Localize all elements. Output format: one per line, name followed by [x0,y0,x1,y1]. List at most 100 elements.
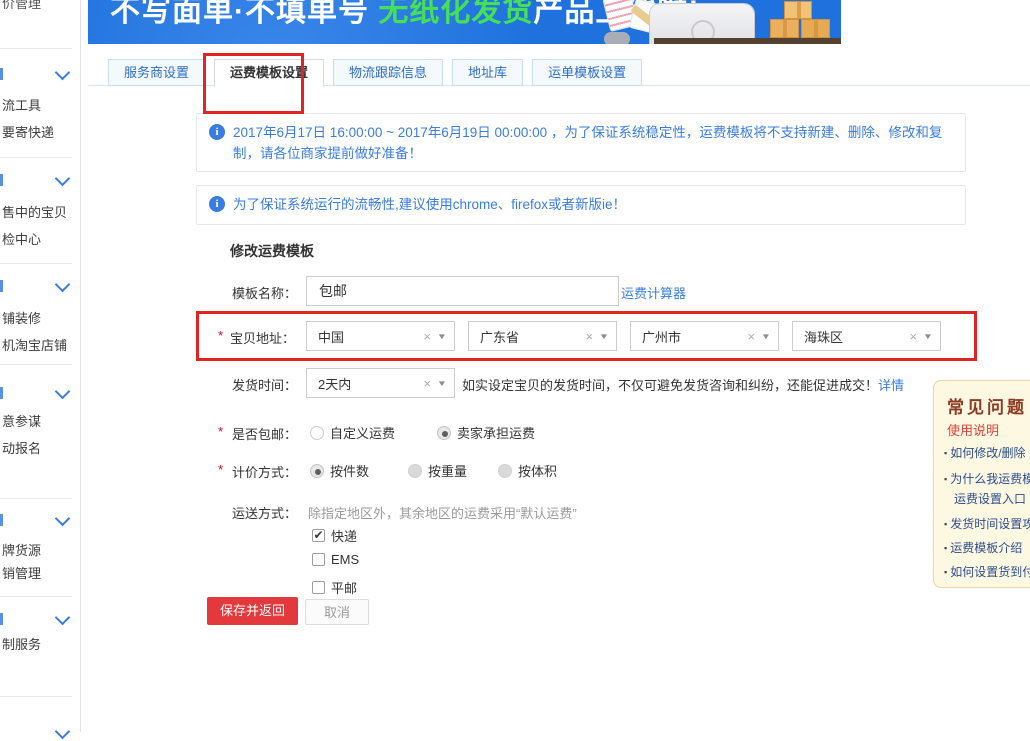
sidebar-section-header[interactable] [0,66,78,82]
freight-calculator-link[interactable]: 运费计算器 [621,283,686,302]
faq-link[interactable]: ▪发货时间设置攻 [944,515,1030,532]
select-value: 海珠区 [793,327,909,346]
checkbox-checked-icon[interactable]: ✔ [312,529,325,542]
radio-icon[interactable] [408,464,422,478]
chevron-down-icon [55,610,71,626]
radio-icon-selected[interactable] [310,464,324,478]
notice-text: 为了保证系统运行的流畅性,建议使用chrome、firefox或者新版ie！ [197,186,965,223]
faq-title: 常见问题 [947,393,1027,418]
shipping-method-label: 运送方式： [232,503,297,522]
sidebar-item[interactable]: 机淘宝店铺 [2,335,67,354]
delivery-time-select[interactable]: 2天内 × ▼ [306,368,455,398]
radio-icon-selected[interactable] [437,426,451,440]
save-and-return-button[interactable]: 保存并返回 [207,597,298,625]
tab-shipping-template[interactable]: 运费模板设置 [214,59,324,88]
sidebar-section-header[interactable] [0,278,78,294]
select-value: 中国 [307,327,423,346]
checkbox-ems[interactable]: EMS [312,552,359,567]
sidebar-item[interactable]: 要寄快递 [2,122,54,141]
bullet-icon: ▪ [944,519,947,529]
address-select-district[interactable]: 海珠区 × ▼ [792,321,941,351]
section-label-fragment [0,68,3,80]
sidebar-item[interactable]: 售中的宝贝 [2,202,67,221]
caret-down-icon[interactable]: ▼ [437,379,447,388]
sidebar-item[interactable]: 牌货源 [2,540,41,559]
tab-address-library[interactable]: 地址库 [452,59,523,86]
detail-link[interactable]: 详情 [878,378,904,393]
clear-icon[interactable]: × [909,329,917,344]
delivery-time-hint: 如实设定宝贝的发货时间，不仅可避免发货咨询和纠纷，还能促进成交！详情 [462,375,904,394]
tab-bar: 服务商设置 运费模板设置 物流跟踪信息 地址库 运单模板设置 [108,59,642,88]
checkbox-icon[interactable] [312,581,325,594]
chevron-down-icon [55,511,71,527]
chevron-down-icon [55,65,71,81]
sidebar-item[interactable]: 销管理 [2,563,41,582]
sidebar-section-header[interactable] [0,512,78,528]
package-box-icon [770,19,799,38]
template-name-label: 模板名称： [232,283,297,302]
option-label: 按重量 [428,461,467,480]
caret-down-icon[interactable]: ▼ [923,332,933,341]
address-select-city[interactable]: 广州市 × ▼ [630,321,779,351]
caret-down-icon[interactable]: ▼ [761,332,771,341]
faq-link[interactable]: ▪为什么我运费模 [944,470,1030,487]
sidebar-item[interactable]: 制服务 [2,634,41,653]
option-label: 按体积 [518,461,557,480]
info-icon: i [209,196,225,212]
hand-icon [604,32,630,44]
select-value: 广东省 [469,327,585,346]
address-select-country[interactable]: 中国 × ▼ [306,321,455,351]
option-label: 平邮 [331,578,357,597]
radio-seller-pays[interactable]: 卖家承担运费 [437,423,535,442]
clear-icon[interactable]: × [585,329,593,344]
tab-logistics-tracking[interactable]: 物流跟踪信息 [333,59,443,86]
section-label-fragment [0,514,3,526]
radio-icon[interactable] [498,464,512,478]
faq-link[interactable]: ▪如何修改/删除 [944,444,1026,461]
radio-custom-freight[interactable]: 自定义运费 [310,423,395,442]
faq-link[interactable]: 运费设置入口 [954,490,1026,507]
check-icon: ✔ [313,528,323,542]
required-mark: * [218,462,223,477]
select-value: 2天内 [307,374,423,393]
cancel-button[interactable]: 取消 [305,599,369,625]
free-shipping-label: 是否包邮： [232,424,297,443]
template-name-input[interactable] [306,276,619,306]
radio-icon[interactable] [310,426,324,440]
radio-by-piece[interactable]: 按件数 [310,461,369,480]
sidebar-item-partial[interactable]: 价管理 [2,0,41,12]
tab-waybill-template[interactable]: 运单模板设置 [532,59,642,86]
sidebar-section-header[interactable] [0,172,78,188]
sidebar-section-header[interactable] [0,611,78,627]
sidebar-item[interactable]: 动报名 [2,438,41,457]
sidebar-section-header[interactable] [0,385,78,401]
checkbox-express[interactable]: ✔ 快递 [312,526,357,545]
radio-by-volume[interactable]: 按体积 [498,461,557,480]
divider [0,596,72,597]
faq-usage-link[interactable]: 使用说明 [947,420,999,439]
clear-icon[interactable]: × [423,376,431,391]
caret-down-icon[interactable]: ▼ [599,332,609,341]
promo-banner[interactable]: 不写面单·不填单号 无纸化发货产品上线啦! [88,0,841,44]
package-box-icon [784,1,812,19]
faq-link[interactable]: ▪如何设置货到付 [944,563,1030,580]
select-value: 广州市 [631,327,747,346]
divider [0,364,72,365]
caret-down-icon[interactable]: ▼ [437,332,447,341]
checkbox-icon[interactable] [312,553,325,566]
checkbox-surface-mail[interactable]: 平邮 [312,578,357,597]
divider [0,263,72,264]
radio-by-weight[interactable]: 按重量 [408,461,467,480]
sidebar-section-header[interactable] [0,725,78,741]
tab-service-provider[interactable]: 服务商设置 [108,59,205,86]
faq-link[interactable]: ▪运费模板介绍 [944,539,1022,556]
sidebar-item[interactable]: 流工具 [2,95,41,114]
promo-highlight-text: 无纸化发货 [378,0,533,28]
address-select-province[interactable]: 广东省 × ▼ [468,321,617,351]
sidebar-item[interactable]: 铺装修 [2,308,41,327]
clear-icon[interactable]: × [423,329,431,344]
sidebar-item[interactable]: 检中心 [2,229,41,248]
page-title: 修改运费模板 [230,241,314,261]
clear-icon[interactable]: × [747,329,755,344]
sidebar-item[interactable]: 意参谋 [2,411,41,430]
